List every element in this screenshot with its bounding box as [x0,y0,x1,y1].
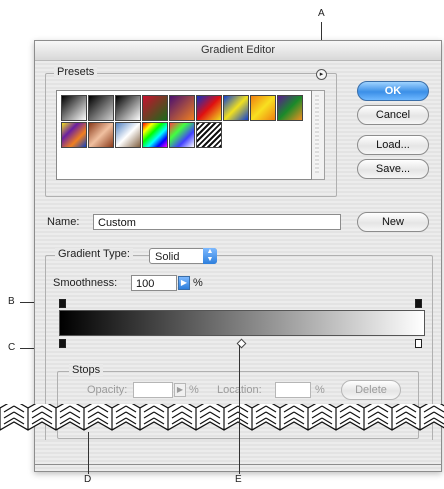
dialog-title: Gradient Editor [35,41,441,61]
dialog-bottom-fragment [34,440,442,465]
smoothness-popup-arrow-icon[interactable]: ▶ [178,276,190,290]
callout-e-line [239,345,240,474]
opacity-label: Opacity: [87,384,128,396]
smoothness-label: Smoothness: [53,277,118,289]
preset-swatch-orange-yellow-orange[interactable] [250,95,276,121]
preset-swatch-yellow-violet-orange-blue[interactable] [61,122,87,148]
ok-button[interactable]: OK [357,81,429,101]
color-stop-right[interactable] [415,339,422,348]
preset-swatch-violet-orange[interactable] [169,95,195,121]
opacity-popup-arrow-icon[interactable]: ▶ [174,383,186,397]
smoothness-input[interactable]: 100 [131,275,177,291]
callout-d-line [88,432,89,474]
callout-d: D [84,474,92,485]
gradient-type-value: Solid [155,251,180,263]
opacity-unit: % [189,384,199,396]
presets-well [56,90,312,180]
preset-swatch-red-green[interactable] [142,95,168,121]
location-unit: % [315,384,325,396]
location-input[interactable] [275,382,311,398]
preset-swatch-spectrum[interactable] [142,122,168,148]
cancel-button[interactable]: Cancel [357,105,429,125]
stops-label: Stops [69,364,104,376]
presets-scrollbar-track[interactable] [315,95,319,173]
preset-swatch-violet-green-orange[interactable] [277,95,303,121]
preset-swatch-transparent-stripes[interactable] [196,122,222,148]
presets-scrollbar[interactable] [312,90,325,180]
up-down-arrows-icon: ▲ ▼ [203,248,217,264]
preset-swatch-blue-red-yellow[interactable] [196,95,222,121]
new-button[interactable]: New [357,212,429,232]
load-button[interactable]: Load... [357,135,429,155]
delete-button[interactable]: Delete [341,380,401,400]
preset-swatch-blue-yellow-blue[interactable] [223,95,249,121]
callout-e: E [235,474,242,485]
presets-menu-icon[interactable]: ▸ [316,69,327,80]
callout-c: C [8,342,16,353]
preset-swatch-foreground-to-background[interactable] [61,95,87,121]
gradient-type-select[interactable]: Solid ▲ ▼ [149,248,217,264]
smoothness-unit: % [193,277,203,289]
torn-edge-decoration [0,404,444,438]
gradient-type-label: Gradient Type: [55,248,133,260]
presets-group: Presets [45,66,337,197]
opacity-input[interactable] [133,382,173,398]
callout-b: B [8,296,15,307]
save-button[interactable]: Save... [357,159,429,179]
preset-swatch-copper[interactable] [88,122,114,148]
opacity-stop-left[interactable] [59,299,66,308]
gradient-preview-bar[interactable] [59,310,425,336]
name-label: Name: [47,216,80,228]
callout-a: A [318,8,325,19]
opacity-stop-right[interactable] [415,299,422,308]
name-field[interactable]: Custom [93,214,341,230]
preset-swatch-chrome[interactable] [115,122,141,148]
preset-swatch-black-white[interactable] [115,95,141,121]
preset-swatch-transparent-rainbow[interactable] [169,122,195,148]
preset-swatch-foreground-to-transparent[interactable] [88,95,114,121]
color-stop-left[interactable] [59,339,66,348]
presets-label: Presets [54,66,98,78]
